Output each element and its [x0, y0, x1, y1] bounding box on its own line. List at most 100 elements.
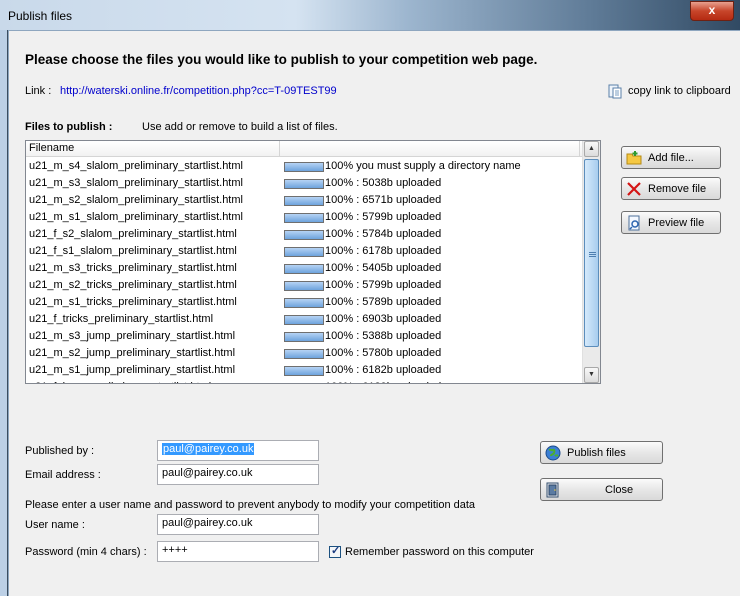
file-name: u21_m_s1_jump_preliminary_startlist.html: [29, 364, 236, 376]
upload-progress-bar: [284, 349, 324, 359]
table-row[interactable]: u21_f_tricks_preliminary_startlist.html 1…: [26, 311, 583, 328]
upload-status: 100% : 5799b uploaded: [325, 279, 442, 291]
upload-progress-bar: [284, 332, 324, 342]
upload-status: 100% : 5780b uploaded: [325, 347, 442, 359]
table-row[interactable]: u21_f_jump_preliminary_startlist.html 100…: [26, 379, 583, 384]
dialog-body: Please choose the files you would like t…: [9, 31, 740, 596]
scroll-up-arrow-icon[interactable]: ▲: [584, 141, 599, 157]
publish-files-button[interactable]: Publish files: [540, 441, 663, 464]
upload-status: 100% you must supply a directory name: [325, 160, 521, 172]
file-name: u21_m_s2_tricks_preliminary_startlist.ht…: [29, 279, 237, 291]
upload-status: 100% : 5405b uploaded: [325, 262, 442, 274]
upload-progress-bar: [284, 315, 324, 325]
upload-progress-bar: [284, 366, 324, 376]
publish-files-window: Publish files x Please choose the files …: [0, 0, 740, 596]
link-label: Link :: [25, 85, 52, 97]
document-preview-icon: [628, 215, 640, 230]
file-name: u21_f_s1_slalom_preliminary_startlist.ht…: [29, 245, 237, 257]
remove-file-label: Remove file: [648, 182, 707, 195]
scroll-down-arrow-icon[interactable]: ▼: [584, 367, 599, 383]
upload-progress-bar: [284, 179, 324, 189]
title-bar[interactable]: Publish files x: [0, 0, 740, 31]
upload-progress-bar: [284, 264, 324, 274]
competition-link[interactable]: http://waterski.online.fr/competition.ph…: [60, 85, 337, 97]
upload-status: 100% : 6903b uploaded: [325, 313, 442, 325]
upload-status: 100% : 5388b uploaded: [325, 330, 442, 342]
table-row[interactable]: u21_m_s4_slalom_preliminary_startlist.ht…: [26, 158, 583, 175]
upload-progress-bar: [284, 196, 324, 206]
file-name: u21_m_s1_tricks_preliminary_startlist.ht…: [29, 296, 237, 308]
filename-column-header[interactable]: Filename: [29, 142, 74, 154]
published-by-field[interactable]: paul@pairey.co.uk: [157, 440, 319, 461]
table-row[interactable]: u21_f_s2_slalom_preliminary_startlist.ht…: [26, 226, 583, 243]
credentials-note: Please enter a user name and password to…: [25, 499, 476, 511]
copy-link-button[interactable]: copy link to clipboard: [607, 83, 731, 99]
upload-status: 100% : 6182b uploaded: [325, 364, 442, 376]
file-rows: u21_m_s4_slalom_preliminary_startlist.ht…: [26, 158, 583, 384]
file-name: u21_m_s1_slalom_preliminary_startlist.ht…: [29, 211, 243, 223]
publish-files-label: Publish files: [567, 446, 626, 459]
remove-file-button[interactable]: Remove file: [621, 177, 721, 200]
page-heading: Please choose the files you would like t…: [25, 52, 538, 67]
upload-progress-bar: [284, 383, 324, 384]
preview-file-button[interactable]: Preview file: [621, 211, 721, 234]
user-name-field[interactable]: paul@pairey.co.uk: [157, 514, 319, 535]
upload-progress-bar: [284, 247, 324, 257]
table-row[interactable]: u21_m_s1_jump_preliminary_startlist.html…: [26, 362, 583, 379]
file-name: u21_m_s4_slalom_preliminary_startlist.ht…: [29, 160, 243, 172]
file-name: u21_m_s2_jump_preliminary_startlist.html: [29, 347, 236, 359]
upload-status: 100% : 5799b uploaded: [325, 211, 442, 223]
password-field[interactable]: ++++: [157, 541, 319, 562]
table-row[interactable]: u21_f_s1_slalom_preliminary_startlist.ht…: [26, 243, 583, 260]
close-label: Close: [605, 483, 634, 496]
user-name-label: User name :: [25, 519, 85, 531]
upload-status: 100% : 6129b uploaded: [325, 381, 441, 383]
password-label: Password (min 4 chars) :: [25, 546, 147, 558]
upload-progress-bar: [284, 230, 324, 240]
upload-status: 100% : 5038b uploaded: [325, 177, 442, 189]
door-icon: [546, 482, 559, 497]
scroll-thumb[interactable]: [584, 159, 599, 347]
file-list[interactable]: Filename u21_m_s4_slalom_preliminary_sta…: [25, 140, 601, 384]
file-name: u21_f_tricks_preliminary_startlist.html: [29, 313, 214, 325]
window-title: Publish files: [8, 9, 73, 23]
table-row[interactable]: u21_m_s2_slalom_preliminary_startlist.ht…: [26, 192, 583, 209]
file-name: u21_f_jump_preliminary_startlist.html: [29, 381, 211, 383]
table-row[interactable]: u21_m_s3_jump_preliminary_startlist.html…: [26, 328, 583, 345]
upload-status: 100% : 6571b uploaded: [325, 194, 442, 206]
upload-status: 100% : 5784b uploaded: [325, 228, 442, 240]
list-header: Filename: [26, 141, 583, 157]
file-name: u21_m_s3_tricks_preliminary_startlist.ht…: [29, 262, 237, 274]
email-address-label: Email address :: [25, 469, 101, 481]
table-row[interactable]: u21_m_s2_tricks_preliminary_startlist.ht…: [26, 277, 583, 294]
red-x-icon: [627, 181, 641, 196]
window-left-edge: [0, 30, 9, 596]
file-name: u21_f_s2_slalom_preliminary_startlist.ht…: [29, 228, 237, 240]
table-row[interactable]: u21_m_s2_jump_preliminary_startlist.html…: [26, 345, 583, 362]
table-row[interactable]: u21_m_s1_slalom_preliminary_startlist.ht…: [26, 209, 583, 226]
upload-status: 100% : 6178b uploaded: [325, 245, 442, 257]
remember-password-checkbox[interactable]: [329, 544, 341, 558]
list-scrollbar[interactable]: ▲ ▼: [582, 141, 600, 383]
file-name: u21_m_s3_jump_preliminary_startlist.html: [29, 330, 236, 342]
add-file-button[interactable]: Add file...: [621, 146, 721, 169]
remember-password-label: Remember password on this computer: [345, 546, 534, 558]
upload-status: 100% : 5789b uploaded: [325, 296, 442, 308]
preview-file-label: Preview file: [648, 216, 705, 229]
table-row[interactable]: u21_m_s3_tricks_preliminary_startlist.ht…: [26, 260, 583, 277]
globe-icon: [545, 445, 561, 460]
clipboard-icon: [608, 84, 622, 99]
close-button[interactable]: Close: [540, 478, 663, 501]
close-window-button[interactable]: x: [690, 1, 734, 21]
published-by-label: Published by :: [25, 445, 95, 457]
file-name: u21_m_s2_slalom_preliminary_startlist.ht…: [29, 194, 243, 206]
files-to-publish-label: Files to publish :: [25, 121, 113, 133]
upload-progress-bar: [284, 298, 324, 308]
table-row[interactable]: u21_m_s1_tricks_preliminary_startlist.ht…: [26, 294, 583, 311]
table-row[interactable]: u21_m_s3_slalom_preliminary_startlist.ht…: [26, 175, 583, 192]
close-icon: x: [708, 3, 716, 17]
email-field[interactable]: paul@pairey.co.uk: [157, 464, 319, 485]
upload-progress-bar: [284, 213, 324, 223]
folder-add-icon: [626, 150, 642, 164]
copy-link-label: copy link to clipboard: [628, 85, 731, 97]
